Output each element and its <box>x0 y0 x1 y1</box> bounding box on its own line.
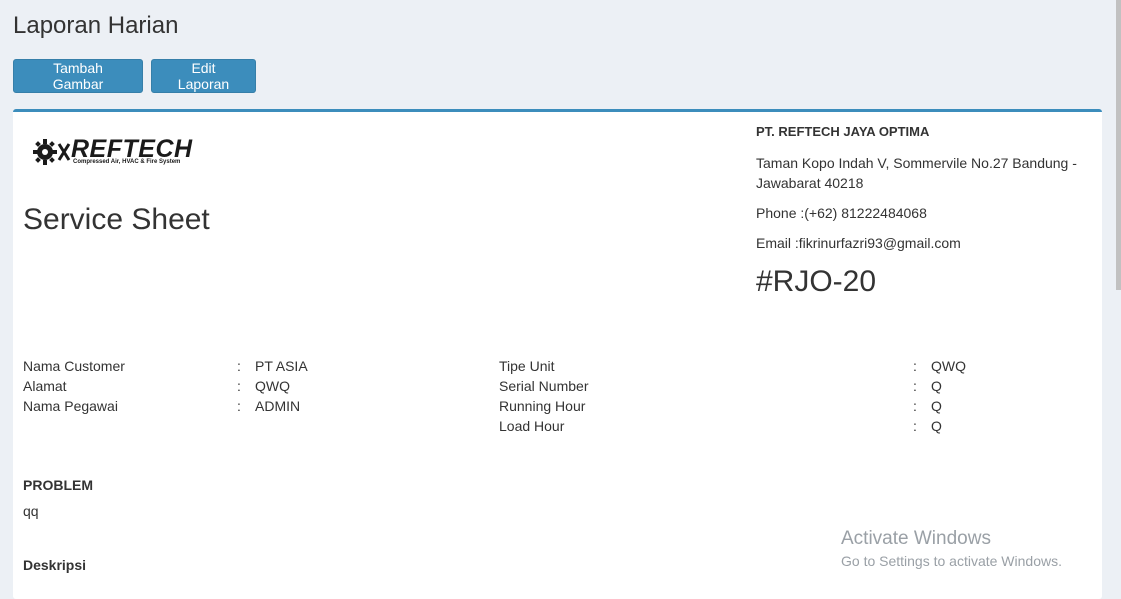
info-label: Running Hour <box>499 398 586 414</box>
watermark-subtitle: Go to Settings to activate Windows. <box>841 553 1062 569</box>
info-value: Q <box>931 378 942 394</box>
info-value: ADMIN <box>255 398 301 414</box>
company-logo: REFTECH Compressed Air, HVAC & Fire Syst… <box>33 136 203 170</box>
company-email: Email :fikrinurfazri93@gmail.com <box>756 235 961 251</box>
unit-info: Tipe Unit : QWQ Serial Number : Q Runnin… <box>499 356 966 436</box>
info-row: Alamat : QWQ <box>23 376 308 396</box>
info-row: Running Hour : Q <box>499 396 966 416</box>
gear-icon <box>33 139 71 165</box>
description-heading: Deskripsi <box>23 557 87 573</box>
info-separator: : <box>237 398 241 414</box>
company-name: PT. REFTECH JAYA OPTIMA <box>756 124 930 139</box>
info-row: Serial Number : Q <box>499 376 966 396</box>
info-label: Nama Customer <box>23 358 125 374</box>
job-number: #RJO-20 <box>756 265 877 298</box>
info-separator: : <box>913 378 917 394</box>
info-value: PT ASIA <box>255 358 308 374</box>
scrollbar-thumb[interactable] <box>1116 0 1121 290</box>
info-separator: : <box>913 418 917 434</box>
info-separator: : <box>237 378 241 394</box>
info-label: Tipe Unit <box>499 358 555 374</box>
info-row: Nama Customer : PT ASIA <box>23 356 308 376</box>
company-phone: Phone :(+62) 81222484068 <box>756 205 927 221</box>
company-info: PT. REFTECH JAYA OPTIMA Taman Kopo Indah… <box>756 124 1096 299</box>
edit-report-button[interactable]: Edit Laporan <box>151 59 256 93</box>
info-value: Q <box>931 418 942 434</box>
info-separator: : <box>913 398 917 414</box>
add-image-button[interactable]: Tambah Gambar <box>13 59 143 93</box>
info-label: Nama Pegawai <box>23 398 118 414</box>
sheet-title: Service Sheet <box>23 203 210 236</box>
info-label: Alamat <box>23 378 67 394</box>
page-title: Laporan Harian <box>13 12 179 39</box>
problem-heading: PROBLEM <box>23 477 93 493</box>
info-label: Load Hour <box>499 418 565 434</box>
info-separator: : <box>237 358 241 374</box>
activation-watermark: Activate Windows Go to Settings to activ… <box>841 528 1062 572</box>
info-value: Q <box>931 398 942 414</box>
watermark-title: Activate Windows <box>841 528 991 549</box>
service-sheet-box: REFTECH Compressed Air, HVAC & Fire Syst… <box>13 109 1102 599</box>
info-value: QWQ <box>255 378 290 394</box>
customer-info: Nama Customer : PT ASIA Alamat : QWQ Nam… <box>23 356 308 416</box>
info-row: Load Hour : Q <box>499 416 966 436</box>
logo-tagline: Compressed Air, HVAC & Fire System <box>73 159 181 165</box>
info-label: Serial Number <box>499 378 589 394</box>
info-row: Tipe Unit : QWQ <box>499 356 966 376</box>
problem-text: qq <box>23 503 39 519</box>
info-value: QWQ <box>931 358 966 374</box>
info-row: Nama Pegawai : ADMIN <box>23 396 308 416</box>
info-separator: : <box>913 358 917 374</box>
company-address: Taman Kopo Indah V, Sommervile No.27 Ban… <box>756 155 1077 191</box>
